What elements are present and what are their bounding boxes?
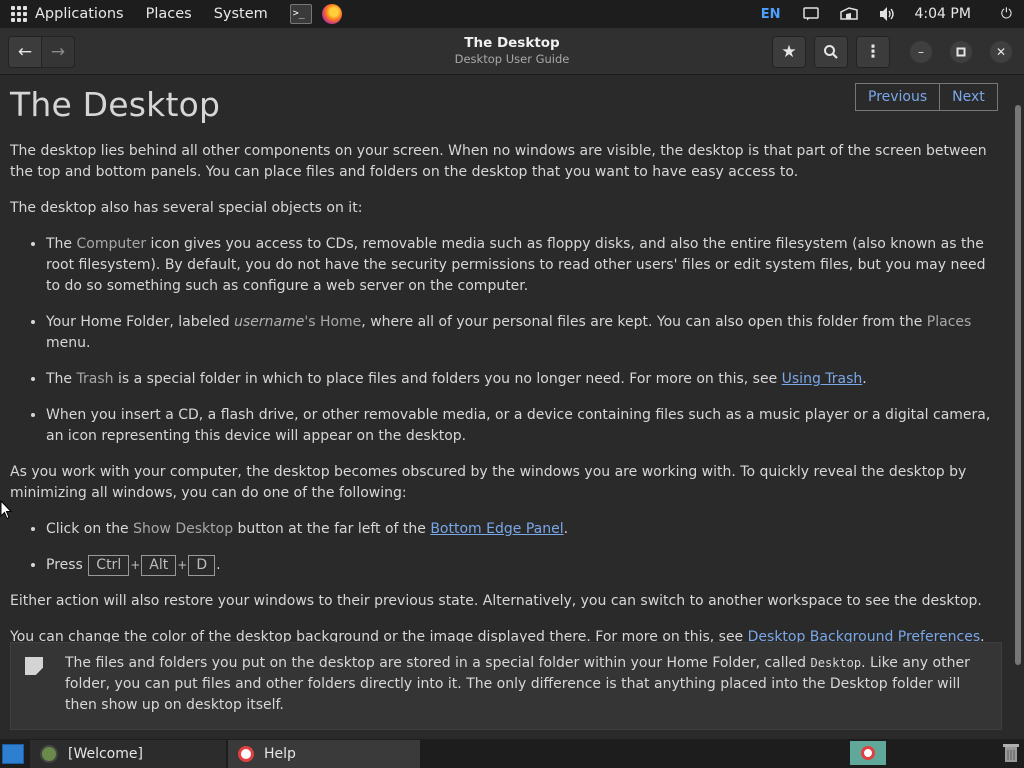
page-heading: The Desktop bbox=[10, 85, 221, 124]
gui-term: Computer bbox=[76, 236, 147, 252]
places-label: Places bbox=[145, 6, 192, 22]
gui-term: Places bbox=[926, 314, 972, 330]
list-item: The Computer icon gives you access to CD… bbox=[46, 234, 1000, 297]
next-link[interactable]: Next bbox=[940, 83, 998, 111]
firefox-launcher[interactable] bbox=[321, 0, 342, 28]
gui-term: Trash bbox=[76, 371, 114, 387]
scrollbar-thumb[interactable] bbox=[1015, 105, 1021, 665]
system-label: System bbox=[213, 6, 268, 22]
bottom-panel: [Welcome] Help bbox=[0, 739, 1024, 768]
key-d: D bbox=[188, 555, 216, 576]
list-item: Click on the Show Desktop button at the … bbox=[46, 519, 1000, 540]
applications-label: Applications bbox=[35, 6, 124, 22]
system-menu[interactable]: System bbox=[214, 0, 290, 28]
note-text: The files and folders you put on the des… bbox=[65, 655, 970, 713]
lifebuoy-icon bbox=[238, 746, 254, 762]
search-button[interactable] bbox=[814, 36, 848, 68]
workspace-switcher[interactable] bbox=[850, 741, 886, 765]
note-icon bbox=[25, 657, 43, 675]
page-body: The desktop lies behind all other compon… bbox=[10, 141, 1000, 663]
trash-icon[interactable] bbox=[1003, 743, 1019, 763]
paragraph: As you work with your computer, the desk… bbox=[10, 464, 967, 501]
gui-term: 's Home bbox=[304, 314, 362, 330]
code-text: Desktop bbox=[810, 656, 862, 670]
vertical-scrollbar[interactable] bbox=[1014, 75, 1024, 737]
volume-icon[interactable] bbox=[877, 6, 897, 22]
close-button[interactable]: ✕ bbox=[990, 41, 1012, 63]
paragraph: The desktop lies behind all other compon… bbox=[10, 143, 987, 180]
taskbar-item-help[interactable]: Help bbox=[228, 740, 420, 768]
list-item: When you insert a CD, a flash drive, or … bbox=[46, 405, 1000, 447]
clock[interactable]: 4:04 PM bbox=[915, 6, 971, 22]
page-navigation: Previous Next bbox=[855, 83, 998, 111]
list-item: The Trash is a special folder in which t… bbox=[46, 369, 1000, 390]
menu-button[interactable]: ⋮ bbox=[856, 36, 890, 68]
mouse-pointer-icon bbox=[0, 500, 12, 520]
chat-icon[interactable] bbox=[801, 6, 821, 22]
places-menu[interactable]: Places bbox=[146, 0, 214, 28]
firefox-icon bbox=[321, 4, 342, 24]
taskbar-item-welcome[interactable]: [Welcome] bbox=[30, 740, 226, 768]
keyboard-layout-indicator[interactable]: EN bbox=[761, 7, 781, 22]
top-panel: Applications Places System >_ EN 4:04 PM… bbox=[0, 0, 1024, 28]
reveal-desktop-list: Click on the Show Desktop button at the … bbox=[10, 519, 1000, 576]
key-alt: Alt bbox=[141, 555, 177, 576]
maximize-button[interactable] bbox=[950, 41, 972, 63]
special-objects-list: The Computer icon gives you access to CD… bbox=[10, 234, 1000, 447]
network-icon[interactable] bbox=[839, 6, 859, 22]
paragraph: Either action will also restore your win… bbox=[10, 593, 982, 609]
terminal-icon: >_ bbox=[289, 4, 312, 24]
key-ctrl: Ctrl bbox=[88, 555, 130, 576]
show-desktop-icon[interactable] bbox=[2, 744, 24, 764]
close-icon: ✕ bbox=[995, 45, 1007, 59]
paragraph: The desktop also has several special obj… bbox=[10, 200, 363, 216]
welcome-app-icon bbox=[40, 745, 58, 763]
help-headerbar: ← → The Desktop Desktop User Guide ★ ⋮ –… bbox=[0, 28, 1024, 75]
previous-link[interactable]: Previous bbox=[855, 83, 941, 111]
note-box: The files and folders you put on the des… bbox=[10, 642, 1002, 730]
minimize-icon: – bbox=[918, 45, 924, 59]
applications-menu[interactable]: Applications bbox=[0, 0, 146, 28]
help-page-content: The Desktop Previous Next The desktop li… bbox=[0, 75, 1014, 737]
bookmark-button[interactable]: ★ bbox=[772, 36, 806, 68]
taskbar-item-label: Help bbox=[264, 746, 296, 762]
star-icon: ★ bbox=[781, 42, 797, 62]
search-icon bbox=[824, 45, 838, 59]
minimize-button[interactable]: – bbox=[910, 41, 932, 63]
kebab-menu-icon: ⋮ bbox=[864, 42, 882, 62]
bottom-edge-panel-link[interactable]: Bottom Edge Panel bbox=[430, 521, 563, 537]
using-trash-link[interactable]: Using Trash bbox=[782, 371, 863, 387]
lifebuoy-icon bbox=[861, 746, 875, 760]
emphasis: username bbox=[234, 314, 305, 330]
gui-term: Show Desktop bbox=[133, 521, 234, 537]
system-tray: EN 4:04 PM ⏻ bbox=[761, 0, 1024, 28]
terminal-launcher[interactable]: >_ bbox=[289, 0, 322, 28]
apps-grid-icon bbox=[11, 6, 27, 22]
list-item: Your Home Folder, labeled username's Hom… bbox=[46, 312, 1000, 354]
power-icon[interactable]: ⏻ bbox=[1001, 6, 1012, 22]
maximize-icon bbox=[956, 47, 966, 57]
taskbar-item-label: [Welcome] bbox=[68, 746, 143, 762]
list-item: Press Ctrl+Alt+D. bbox=[46, 555, 1000, 576]
